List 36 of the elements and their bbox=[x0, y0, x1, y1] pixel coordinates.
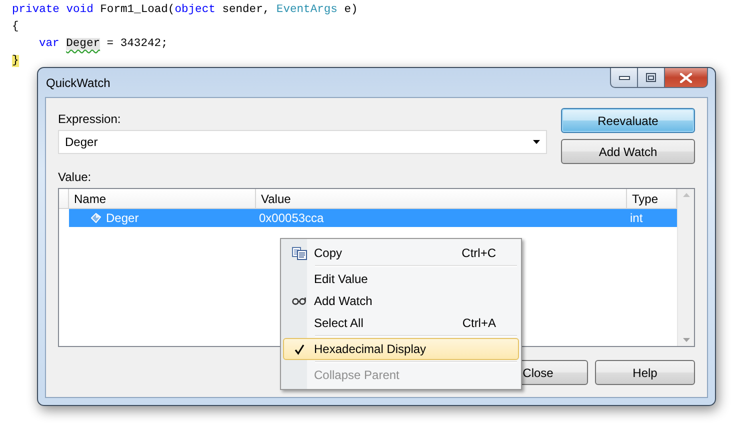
dialog-button[interactable]: Reevaluate bbox=[561, 108, 695, 133]
code-line: private void Form1_Load(object sender, EventArgs e) bbox=[12, 2, 358, 18]
header-corner bbox=[59, 189, 69, 209]
dialog-button[interactable]: Add Watch bbox=[561, 139, 695, 164]
column-header[interactable]: Name bbox=[69, 189, 256, 209]
dialog-button[interactable]: Help bbox=[595, 360, 695, 385]
expression-combobox[interactable]: Deger bbox=[58, 130, 547, 154]
value-cell: 0x00053cca bbox=[256, 209, 627, 227]
column-header[interactable]: Type bbox=[627, 189, 677, 209]
shortcut-label: Ctrl+A bbox=[462, 316, 496, 330]
type-cell: int bbox=[627, 209, 677, 227]
code-line: var Deger = 343242; bbox=[38, 37, 168, 52]
scroll-up-arrow-icon bbox=[682, 193, 690, 197]
copy-icon bbox=[292, 246, 306, 260]
maximize-icon bbox=[646, 73, 656, 82]
window-title: QuickWatch bbox=[46, 76, 110, 90]
menu-item[interactable]: Edit Value bbox=[283, 268, 519, 290]
menu-item[interactable]: Copy Ctrl+C bbox=[283, 242, 519, 264]
code-line: { bbox=[12, 20, 19, 35]
minimize-button[interactable] bbox=[610, 68, 638, 88]
close-icon bbox=[680, 72, 692, 82]
scrollbar[interactable] bbox=[677, 189, 694, 346]
field-icon bbox=[91, 213, 101, 223]
menu-item[interactable]: Hexadecimal Display bbox=[283, 338, 519, 360]
value-label: Value: bbox=[58, 169, 92, 185]
shortcut-label: Ctrl+C bbox=[462, 246, 496, 260]
glasses-icon bbox=[292, 297, 306, 305]
maximize-button[interactable] bbox=[638, 68, 665, 88]
scroll-down-arrow-icon bbox=[682, 338, 690, 342]
menu-item[interactable]: Add Watch bbox=[283, 290, 519, 312]
close-button[interactable] bbox=[665, 68, 708, 88]
expression-label: Expression: bbox=[58, 111, 121, 127]
minimize-icon bbox=[618, 76, 630, 80]
column-header[interactable]: Value bbox=[256, 189, 627, 209]
menu-item[interactable]: Select All Ctrl+A bbox=[283, 312, 519, 334]
dropdown-arrow-icon bbox=[533, 140, 540, 144]
